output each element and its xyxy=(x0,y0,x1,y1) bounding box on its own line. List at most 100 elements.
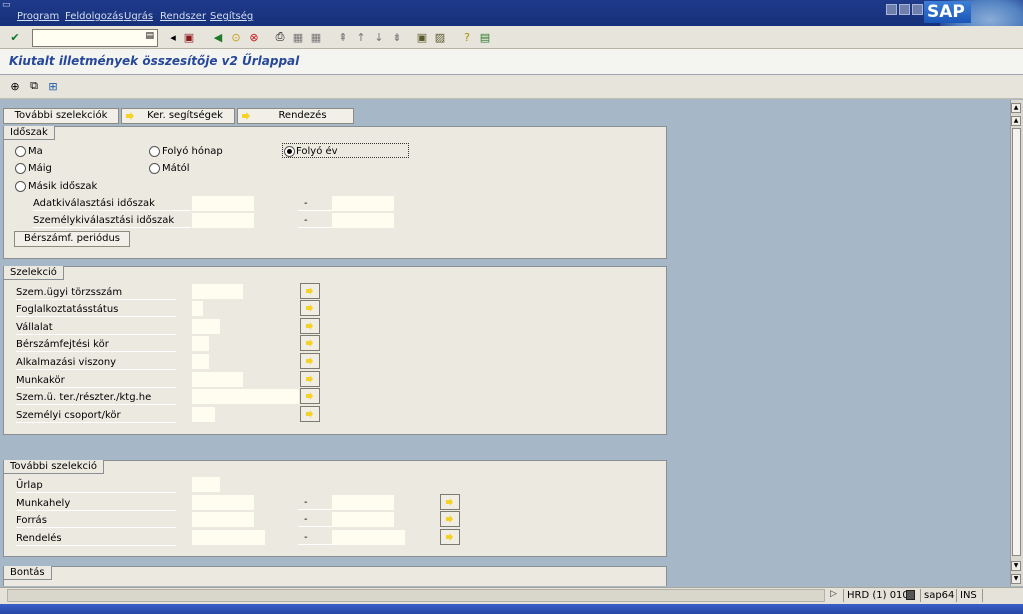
source-from-input[interactable] xyxy=(192,512,254,527)
status-expand-icon[interactable]: ▷ xyxy=(830,589,837,599)
first-page-icon[interactable]: ⇞ xyxy=(335,29,351,45)
command-field[interactable]: ▤ xyxy=(32,29,158,47)
order-from-input[interactable] xyxy=(192,530,265,545)
range-dash: - xyxy=(304,198,308,209)
company-label: Vállalat xyxy=(16,321,176,335)
previous-page-icon[interactable]: ↑ xyxy=(353,29,369,45)
radio-from-today[interactable] xyxy=(149,163,160,174)
scroll-bottom-icon[interactable]: ▼ xyxy=(1011,574,1021,584)
maximize-icon[interactable] xyxy=(899,4,910,15)
create-session-icon[interactable]: ▣ xyxy=(414,29,430,45)
scroll-top-icon[interactable]: ▲ xyxy=(1011,103,1021,113)
personnel-number-label: Szem.ügyi törzsszám xyxy=(16,286,176,300)
source-label: Forrás xyxy=(16,514,176,528)
payroll-area-input[interactable] xyxy=(192,336,209,351)
personnel-number-multi-select-button[interactable] xyxy=(300,283,320,299)
range-dash: - xyxy=(304,497,308,508)
range-dash: - xyxy=(304,514,308,525)
scroll-up-icon[interactable]: ▲ xyxy=(1011,116,1021,126)
menu-ugras[interactable]: Ugrás xyxy=(124,11,153,22)
employment-relation-input[interactable] xyxy=(192,354,209,369)
arrow-right-icon xyxy=(126,112,134,120)
shortcut-icon[interactable]: ▨ xyxy=(432,29,448,45)
employment-status-input[interactable] xyxy=(192,301,203,316)
employment-status-label: Foglalkoztatásstátus xyxy=(16,303,176,317)
workplace-from-input[interactable] xyxy=(192,495,254,510)
employee-group-input[interactable] xyxy=(192,407,215,422)
execute-icon[interactable]: ⊕ xyxy=(7,78,23,94)
data-period-to-input[interactable] xyxy=(332,196,394,211)
job-input[interactable] xyxy=(192,372,243,387)
get-variant-icon[interactable]: ⧉ xyxy=(26,78,42,94)
personnel-number-input[interactable] xyxy=(192,284,243,299)
separator-left-icon: ◂ xyxy=(170,30,176,44)
job-multi-select-button[interactable] xyxy=(300,371,320,387)
find-icon[interactable]: ▦ xyxy=(290,29,306,45)
form-label: Űrlap xyxy=(16,479,176,493)
more-selections-button[interactable]: További szelekciók xyxy=(3,108,119,124)
selection-options-icon[interactable]: ⊞ xyxy=(45,78,61,94)
sap-logo: SAP xyxy=(924,1,971,23)
person-period-label: Személykiválasztási időszak xyxy=(33,214,191,228)
company-multi-select-button[interactable] xyxy=(300,318,320,334)
person-period-from-input[interactable] xyxy=(192,213,254,228)
scroll-down-icon[interactable]: ▼ xyxy=(1011,561,1021,571)
print-icon[interactable]: ⎙ xyxy=(272,29,288,45)
order-to-input[interactable] xyxy=(332,530,405,545)
enter-checkmark-icon[interactable]: ✔ xyxy=(7,29,23,45)
layout-menu-icon[interactable]: ▤ xyxy=(477,29,493,45)
workplace-to-input[interactable] xyxy=(332,495,394,510)
status-message-area xyxy=(7,589,825,602)
personnel-area-multi-select-button[interactable] xyxy=(300,388,320,404)
data-period-from-input[interactable] xyxy=(192,196,254,211)
menu-program[interactable]: Program xyxy=(17,11,59,22)
order-multi-select-button[interactable] xyxy=(440,529,460,545)
close-window-icon[interactable] xyxy=(912,4,923,15)
employment-status-multi-select-button[interactable] xyxy=(300,300,320,316)
employee-group-multi-select-button[interactable] xyxy=(300,406,320,422)
back-icon[interactable]: ◀ xyxy=(210,29,226,45)
save-icon[interactable]: ▣ xyxy=(181,29,197,45)
exit-icon[interactable]: ⊙ xyxy=(228,29,244,45)
source-multi-select-button[interactable] xyxy=(440,511,460,527)
range-divider xyxy=(298,526,332,527)
radio-today[interactable] xyxy=(15,146,26,157)
cancel-icon[interactable]: ⊗ xyxy=(246,29,262,45)
source-to-input[interactable] xyxy=(332,512,394,527)
payroll-period-button[interactable]: Bérszámf. periódus xyxy=(14,231,130,247)
personnel-area-input[interactable] xyxy=(192,389,299,404)
last-page-icon[interactable]: ⇟ xyxy=(389,29,405,45)
employment-relation-label: Alkalmazási viszony xyxy=(16,356,176,370)
employment-relation-multi-select-button[interactable] xyxy=(300,353,320,369)
range-divider xyxy=(298,509,332,510)
company-input[interactable] xyxy=(192,319,220,334)
form-input[interactable] xyxy=(192,477,220,492)
radio-other-period[interactable] xyxy=(15,181,26,192)
job-label: Munkakör xyxy=(16,374,176,388)
period-frame-title: Időszak xyxy=(3,126,55,140)
sort-button[interactable]: Rendezés xyxy=(237,108,354,124)
minimize-icon[interactable] xyxy=(886,4,897,15)
scrollbar-thumb[interactable] xyxy=(1012,128,1021,556)
search-help-button[interactable]: Ker. segítségek xyxy=(121,108,235,124)
workplace-label: Munkahely xyxy=(16,497,176,511)
radio-current-year-label: Folyó év xyxy=(296,146,338,157)
command-history-icon[interactable]: ▤ xyxy=(145,31,154,41)
person-period-to-input[interactable] xyxy=(332,213,394,228)
menu-segitseg[interactable]: Segítség xyxy=(210,11,253,22)
payroll-area-multi-select-button[interactable] xyxy=(300,335,320,351)
system-info-toggle-icon[interactable] xyxy=(906,590,915,600)
menu-feldolgozas[interactable]: Feldolgozás xyxy=(65,11,123,22)
server-name: sap64 xyxy=(920,589,958,602)
radio-current-year[interactable] xyxy=(284,146,295,157)
more-selection-frame-title: További szelekció xyxy=(3,460,104,474)
radio-until-today[interactable] xyxy=(15,163,26,174)
workplace-multi-select-button[interactable] xyxy=(440,494,460,510)
next-page-icon[interactable]: ↓ xyxy=(371,29,387,45)
window-system-icon[interactable]: ▭ xyxy=(2,0,14,10)
selection-frame-title: Szelekció xyxy=(3,266,64,280)
menu-rendszer[interactable]: Rendszer xyxy=(160,11,206,22)
find-next-icon[interactable]: ▦ xyxy=(308,29,324,45)
radio-current-month[interactable] xyxy=(149,146,160,157)
help-icon[interactable]: ? xyxy=(459,29,475,45)
